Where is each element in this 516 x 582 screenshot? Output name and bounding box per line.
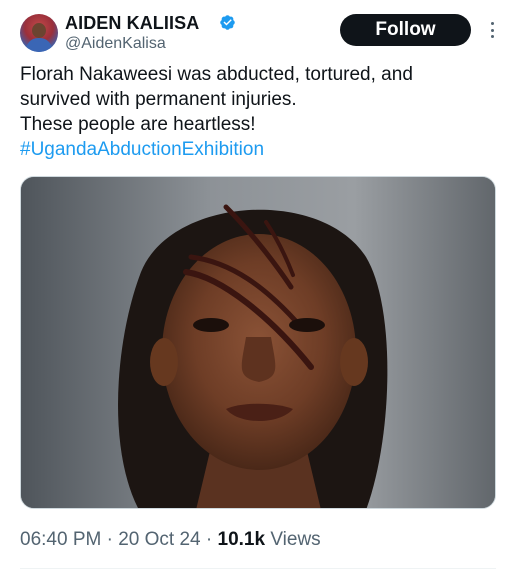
avatar[interactable] [20, 14, 58, 52]
meta-separator: · [200, 529, 218, 550]
tweet-meta: 06:40 PM · 20 Oct 24 · 10.1k Views [20, 529, 321, 551]
tweet-text-line: These people are heartless! [20, 114, 256, 135]
user-handle[interactable]: @AidenKalisa [65, 35, 166, 53]
more-dot [490, 22, 494, 25]
tweet-card: AIDEN KALIISA @AidenKalisa Follow Florah… [0, 0, 516, 582]
views-label: Views [265, 529, 321, 550]
more-vertical-icon[interactable] [486, 20, 498, 40]
tweet-time[interactable]: 06:40 PM [20, 529, 101, 550]
tweet-photo[interactable] [20, 176, 496, 509]
views-count: 10.1k [217, 529, 266, 550]
tweet-text: Florah Nakaweesi was abducted, tortured,… [20, 62, 500, 162]
avatar-body [26, 38, 52, 52]
tweet-date[interactable]: 20 Oct 24 [118, 529, 200, 550]
display-name[interactable]: AIDEN KALIISA [65, 13, 199, 34]
tweet-text-line: Florah Nakaweesi was abducted, tortured,… [20, 64, 413, 85]
hashtag-link[interactable]: #UgandaAbductionExhibition [20, 137, 500, 162]
follow-button[interactable]: Follow [340, 14, 471, 46]
portrait-photo-illustration [21, 177, 495, 508]
tweet-text-line: survived with permanent injuries. [20, 89, 297, 110]
meta-separator: · [101, 529, 119, 550]
avatar-head [32, 23, 46, 38]
more-dot [490, 28, 494, 32]
verified-badge-icon [220, 15, 235, 30]
more-dot [490, 35, 494, 38]
divider [20, 568, 496, 569]
